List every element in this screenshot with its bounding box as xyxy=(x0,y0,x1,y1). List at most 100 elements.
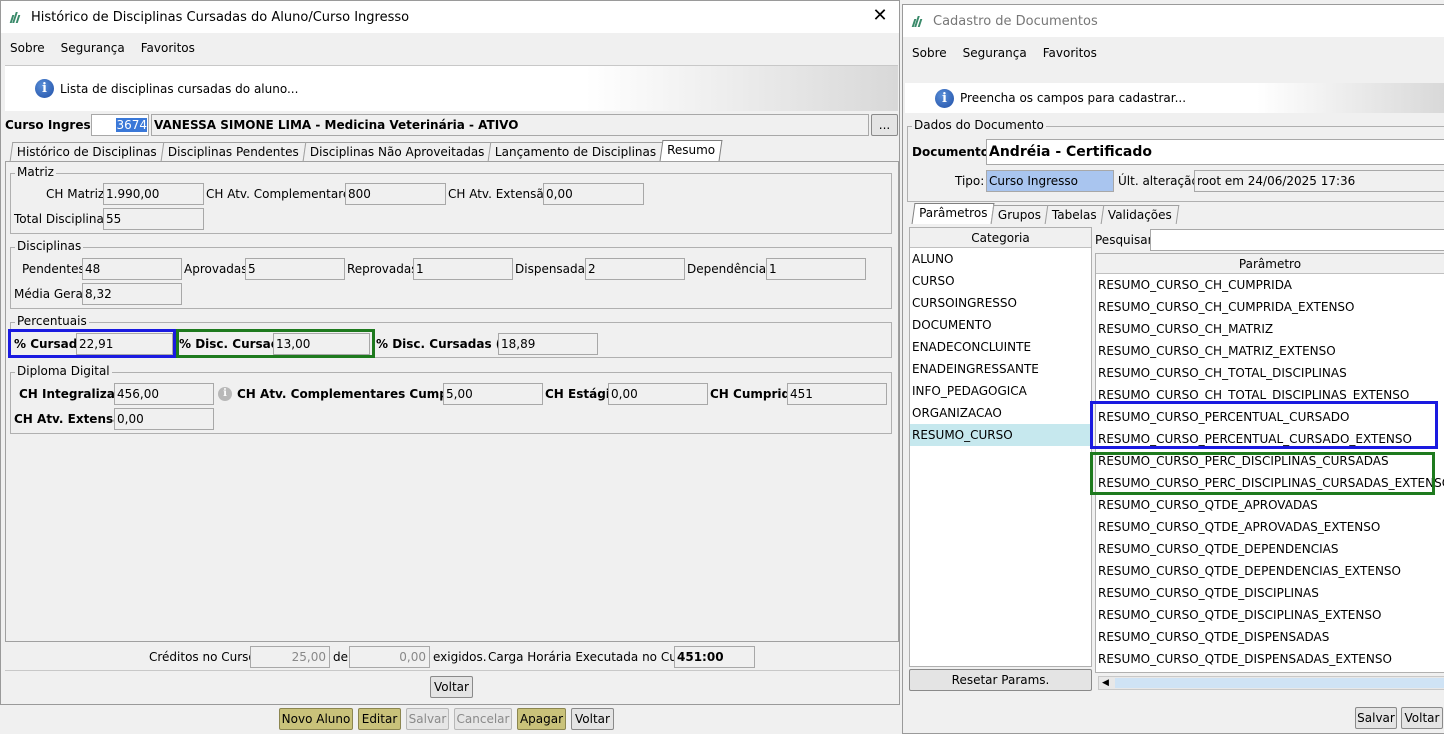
aprovadas-label: Aprovadas: xyxy=(184,262,252,276)
cancelar-button[interactable]: Cancelar xyxy=(454,708,512,730)
tipo-field[interactable]: Curso Ingresso xyxy=(986,170,1114,192)
salvar-button[interactable]: Salvar xyxy=(1355,707,1397,729)
parametro-item[interactable]: RESUMO_CURSO_QTDE_APROVADAS_EXTENSO xyxy=(1096,516,1444,538)
pesquisar-label: Pesquisar: xyxy=(1095,233,1157,247)
documento-field[interactable]: Andréia - Certificado xyxy=(986,139,1444,165)
media-geral-label: Média Geral: xyxy=(14,287,91,301)
tipo-label: Tipo: xyxy=(955,174,985,188)
ch-cumprida-field: 451 xyxy=(787,383,887,405)
dependencias-field: 1 xyxy=(766,258,866,280)
document-register-window: Cadastro de Documentos Sobre Segurança F… xyxy=(902,4,1444,734)
novo-aluno-button[interactable]: Novo Aluno xyxy=(279,708,353,730)
curso-ingresso-name-field: VANESSA SIMONE LIMA - Medicina Veterinár… xyxy=(151,114,869,136)
parametro-item[interactable]: RESUMO_CURSO_QTDE_DISPENSADAS xyxy=(1096,626,1444,648)
parametro-item[interactable]: RESUMO_CURSO_QTDE_DISCIPLINAS xyxy=(1096,582,1444,604)
tab-validacoes[interactable]: Validações xyxy=(1100,205,1180,224)
dependencias-label: Dependências: xyxy=(687,262,777,276)
app-logo-icon xyxy=(911,15,927,27)
ch-comp-field: 800 xyxy=(345,183,446,205)
apagar-button[interactable]: Apagar xyxy=(517,708,566,730)
menu-seguranca[interactable]: Segurança xyxy=(963,46,1027,60)
menu-seguranca[interactable]: Segurança xyxy=(61,41,125,55)
dispensadas-field: 2 xyxy=(585,258,685,280)
tab-historico[interactable]: Histórico de Disciplinas xyxy=(9,142,165,161)
voltar-toolbar-button[interactable]: Voltar xyxy=(571,708,614,730)
editar-button[interactable]: Editar xyxy=(358,708,401,730)
ult-alteracao-field: root em 24/06/2025 17:36 xyxy=(1194,170,1444,192)
highlight-cursado xyxy=(8,329,176,358)
parametro-item[interactable]: RESUMO_CURSO_CH_MATRIZ_EXTENSO xyxy=(1096,340,1444,362)
menu-sobre[interactable]: Sobre xyxy=(912,46,947,60)
dispensadas-label: Dispensadas: xyxy=(515,262,596,276)
parametro-item[interactable]: RESUMO_CURSO_CH_MATRIZ xyxy=(1096,318,1444,340)
parametro-item[interactable]: RESUMO_CURSO_CH_TOTAL_DISCIPLINAS xyxy=(1096,362,1444,384)
ch-ext-label: CH Atv. Extensão: xyxy=(448,187,556,201)
menu-favoritos[interactable]: Favoritos xyxy=(141,41,195,55)
reprovadas-field: 1 xyxy=(413,258,513,280)
total-disciplinas-field: 55 xyxy=(103,208,204,230)
tab-lancamento[interactable]: Lançamento de Disciplinas xyxy=(487,142,664,161)
curso-ingresso-code-field[interactable]: 3674 xyxy=(91,114,149,136)
group-title: Diploma Digital xyxy=(15,364,112,378)
ult-alteracao-label: Últ. alteração: xyxy=(1118,174,1203,188)
categoria-item[interactable]: CURSOINGRESSO xyxy=(910,292,1091,314)
info-text: Lista de disciplinas cursadas do aluno..… xyxy=(60,81,299,96)
ch-matriz-field: 1.990,00 xyxy=(103,183,204,205)
categoria-item[interactable]: CURSO xyxy=(910,270,1091,292)
tab-nao-aproveitadas[interactable]: Disciplinas Não Aproveitadas xyxy=(302,142,492,161)
highlight-disc-cursadas xyxy=(176,329,375,358)
horizontal-scrollbar[interactable]: ◀ xyxy=(1098,676,1444,690)
group-title: Matriz xyxy=(15,165,56,179)
parametro-item[interactable]: RESUMO_CURSO_CH_CUMPRIDA_EXTENSO xyxy=(1096,296,1444,318)
voltar-button-right[interactable]: Voltar xyxy=(1401,707,1443,729)
categoria-item[interactable]: INFO_PEDAGOGICA xyxy=(910,380,1091,402)
ch-comp-label: CH Atv. Complementares: xyxy=(206,187,361,201)
categoria-item[interactable]: DOCUMENTO xyxy=(910,314,1091,336)
group-title: Dados do Documento xyxy=(912,118,1046,132)
close-icon[interactable]: ✕ xyxy=(869,5,891,26)
info-tooltip-icon[interactable]: i xyxy=(218,387,232,401)
categoria-item[interactable]: ALUNO xyxy=(910,248,1091,270)
tab-grupos[interactable]: Grupos xyxy=(991,205,1049,224)
parametro-item[interactable]: RESUMO_CURSO_QTDE_DEPENDENCIAS_EXTENSO xyxy=(1096,560,1444,582)
parametro-item[interactable]: RESUMO_CURSO_QTDE_DEPENDENCIAS xyxy=(1096,538,1444,560)
tab-pendentes[interactable]: Disciplinas Pendentes xyxy=(160,142,306,161)
parametro-item[interactable]: RESUMO_CURSO_QTDE_DISCIPLINAS_EXTENSO xyxy=(1096,604,1444,626)
title-bar: Histórico de Disciplinas Cursadas do Alu… xyxy=(1,1,899,33)
categoria-item[interactable]: ORGANIZACAO xyxy=(910,402,1091,424)
voltar-button[interactable]: Voltar xyxy=(430,676,473,698)
highlight-disciplinas-params xyxy=(1090,452,1435,495)
tab-resumo[interactable]: Resumo xyxy=(659,140,723,161)
lookup-button[interactable]: ... xyxy=(871,114,898,136)
ch-estagio-field: 0,00 xyxy=(608,383,708,405)
de-label: de xyxy=(333,650,348,664)
exigidos-label: exigidos. xyxy=(433,650,487,664)
param-tabs: Parâmetros Grupos Tabelas Validações xyxy=(911,203,1180,224)
carga-horaria-label: Carga Horária Executada no Curso: xyxy=(488,650,700,664)
history-tabs: Histórico de Disciplinas Disciplinas Pen… xyxy=(9,140,723,161)
pendentes-field: 48 xyxy=(82,258,182,280)
scroll-thumb[interactable] xyxy=(1115,678,1444,688)
resetar-params-button[interactable]: Resetar Params. xyxy=(909,669,1092,691)
aprovadas-field: 5 xyxy=(245,258,345,280)
parametro-item[interactable]: RESUMO_CURSO_QTDE_APROVADAS xyxy=(1096,494,1444,516)
categoria-item[interactable]: ENADEINGRESSANTE xyxy=(910,358,1091,380)
carga-horaria-field: 451:00 xyxy=(674,646,755,668)
pesquisar-input[interactable] xyxy=(1150,229,1444,251)
media-geral-field: 8,32 xyxy=(82,283,182,305)
title-bar: Cadastro de Documentos xyxy=(903,5,1444,37)
parametro-item[interactable]: RESUMO_CURSO_QTDE_DISPENSADAS_EXTENSO xyxy=(1096,648,1444,670)
categoria-item[interactable]: ENADECONCLUINTE xyxy=(910,336,1091,358)
info-icon: i xyxy=(935,88,954,108)
salvar-button[interactable]: Salvar xyxy=(406,708,449,730)
ch-matriz-label: CH Matriz: xyxy=(46,187,109,201)
ch-atv-extensao-field: 0,00 xyxy=(114,408,214,430)
parametro-item[interactable]: RESUMO_CURSO_CH_CUMPRIDA xyxy=(1096,274,1444,296)
categoria-item-selected[interactable]: RESUMO_CURSO xyxy=(910,424,1091,446)
scroll-left-icon[interactable]: ◀ xyxy=(1102,677,1109,689)
group-title: Percentuais xyxy=(15,314,89,328)
menu-favoritos[interactable]: Favoritos xyxy=(1043,46,1097,60)
tab-tabelas[interactable]: Tabelas xyxy=(1045,205,1105,224)
tab-parametros[interactable]: Parâmetros xyxy=(911,203,995,224)
menu-sobre[interactable]: Sobre xyxy=(10,41,45,55)
